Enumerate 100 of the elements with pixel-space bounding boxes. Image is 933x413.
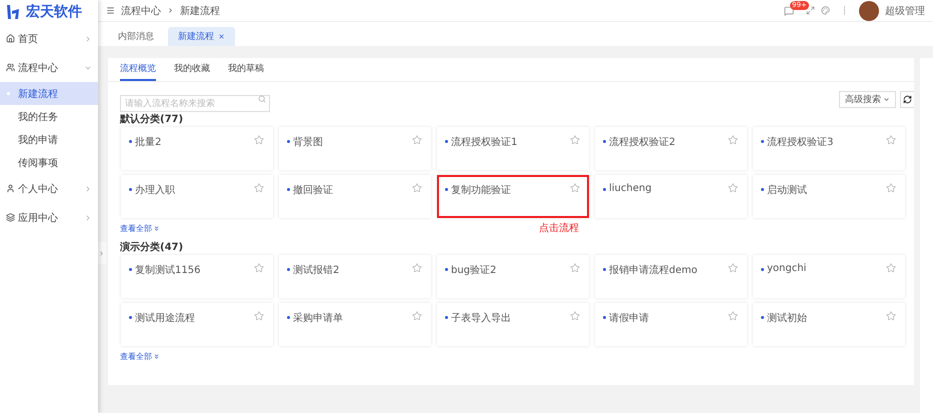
flow-card[interactable]: 流程授权验证3	[753, 127, 905, 170]
view-all-link[interactable]: 查看全部	[120, 350, 160, 362]
star-icon[interactable]	[570, 135, 580, 145]
flow-name: 复制功能验证	[451, 184, 512, 197]
flow-name: bug验证2	[451, 264, 498, 277]
chevron-right-icon	[84, 214, 92, 222]
flow-card[interactable]: 请假申请	[595, 303, 747, 346]
chevron-right-icon	[84, 184, 92, 192]
fullscreen-icon[interactable]	[806, 6, 815, 15]
group-title: 默认分类(77)	[120, 112, 184, 127]
palette-icon[interactable]	[821, 6, 830, 15]
nav-subitem[interactable]: 我的任务	[0, 105, 98, 128]
logo-text: 宏天软件	[26, 3, 82, 21]
flow-card[interactable]: 撤回验证	[279, 175, 431, 218]
star-icon[interactable]	[886, 311, 896, 321]
flow-card[interactable]: 批量2	[121, 127, 273, 170]
flow-card[interactable]: liucheng	[595, 175, 747, 218]
menu-icon[interactable]	[106, 6, 115, 15]
star-icon[interactable]	[412, 263, 422, 273]
chevron-right-icon	[98, 250, 105, 256]
star-icon[interactable]	[570, 263, 580, 273]
view-all-link[interactable]: 查看全部	[120, 222, 160, 234]
flow-card[interactable]: 流程授权验证2	[595, 127, 747, 170]
group-title: 演示分类(47)	[120, 240, 184, 255]
flow-card[interactable]: 测试用途流程	[121, 303, 273, 346]
flow-name: 请假申请	[609, 312, 650, 325]
star-icon[interactable]	[412, 183, 422, 193]
star-icon[interactable]	[254, 311, 264, 321]
flow-name: 报销申请流程demo	[609, 264, 698, 277]
page-tab[interactable]: 新建流程	[168, 27, 235, 46]
chevrons-down-icon	[153, 224, 160, 232]
nav-item[interactable]: 个人中心	[0, 174, 98, 203]
star-icon[interactable]	[886, 183, 896, 193]
close-icon[interactable]	[218, 33, 225, 40]
search-field[interactable]: 请输入流程名称来搜索	[120, 95, 270, 112]
star-icon[interactable]	[412, 135, 422, 145]
nav-item[interactable]: 流程中心	[0, 53, 98, 82]
chevron-down-icon	[883, 96, 890, 102]
home-icon	[6, 34, 15, 43]
nav-subitem[interactable]: 新建流程	[0, 82, 98, 105]
flow-card[interactable]: 启动测试	[753, 175, 905, 218]
collapse-handle[interactable]	[98, 242, 106, 264]
nav-subitem[interactable]: 我的申请	[0, 128, 98, 151]
breadcrumb-item: 新建流程	[180, 4, 220, 18]
flow-name: 批量2	[135, 136, 162, 149]
star-icon[interactable]	[254, 183, 264, 193]
flow-card[interactable]: 报销申请流程demo	[595, 255, 747, 298]
nav-item[interactable]: 应用中心	[0, 203, 98, 232]
flow-name: 测试报错2	[293, 264, 340, 277]
flow-name: 启动测试	[767, 184, 808, 197]
flow-name: 流程授权验证2	[609, 136, 676, 149]
flow-card[interactable]: 背景图	[279, 127, 431, 170]
tab[interactable]: 流程概览	[120, 58, 156, 81]
avatar[interactable]	[859, 0, 879, 20]
layers-icon	[6, 213, 15, 222]
chevron-right-icon	[167, 7, 174, 14]
flow-name: yongchi	[767, 263, 808, 274]
flow-name: 流程授权验证1	[451, 136, 518, 149]
breadcrumb-item[interactable]: 流程中心	[121, 4, 161, 18]
users-icon	[6, 63, 15, 72]
star-icon[interactable]	[728, 311, 738, 321]
flow-name: liucheng	[609, 183, 653, 194]
star-icon[interactable]	[254, 135, 264, 145]
flow-card[interactable]: 采购申请单	[279, 303, 431, 346]
star-icon[interactable]	[728, 263, 738, 273]
nav-item[interactable]: 首页	[0, 24, 98, 53]
star-icon[interactable]	[254, 263, 264, 273]
flow-name: 采购申请单	[293, 312, 344, 325]
flow-card[interactable]: 办理入职	[121, 175, 273, 218]
star-icon[interactable]	[570, 183, 580, 193]
chevrons-down-icon	[153, 352, 160, 360]
flow-name: 撤回验证	[293, 184, 334, 197]
flow-name: 流程授权验证3	[767, 136, 834, 149]
refresh-icon	[903, 94, 912, 104]
flow-card[interactable]: yongchi	[753, 255, 905, 298]
flow-card[interactable]: 测试初始	[753, 303, 905, 346]
star-icon[interactable]	[728, 183, 738, 193]
star-icon[interactable]	[570, 311, 580, 321]
chevron-right-icon	[84, 34, 92, 42]
star-icon[interactable]	[886, 135, 896, 145]
flow-name: 办理入职	[135, 184, 176, 197]
flow-name: 子表导入导出	[451, 312, 512, 325]
nav-subitem[interactable]: 传阅事项	[0, 151, 98, 174]
flow-card[interactable]: 流程授权验证1	[437, 127, 589, 170]
flow-card[interactable]: 子表导入导出	[437, 303, 589, 346]
star-icon[interactable]	[728, 135, 738, 145]
tab[interactable]: 我的草稿	[228, 58, 264, 81]
flow-name: 测试用途流程	[135, 312, 196, 325]
flow-card[interactable]: 复制测试1156	[121, 255, 273, 298]
user-icon	[6, 184, 15, 193]
user-name[interactable]: 超级管理	[885, 4, 925, 18]
message-icon[interactable]	[784, 6, 794, 16]
tab[interactable]: 我的收藏	[174, 58, 210, 81]
logo-icon	[6, 4, 20, 20]
refresh-button[interactable]	[900, 90, 914, 108]
star-icon[interactable]	[412, 311, 422, 321]
flow-card[interactable]: bug验证2	[437, 255, 589, 298]
flow-card[interactable]: 测试报错2	[279, 255, 431, 298]
advanced-search-button[interactable]: 高级搜索	[839, 90, 896, 108]
star-icon[interactable]	[886, 263, 896, 273]
